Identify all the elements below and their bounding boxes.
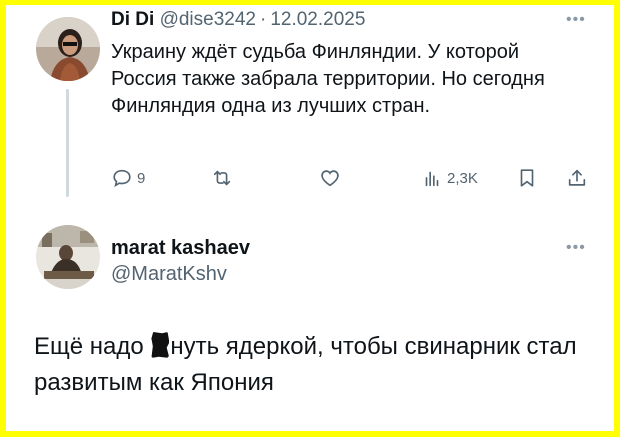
reply-button[interactable]: 9 xyxy=(111,167,145,189)
bookmark-icon xyxy=(520,169,534,187)
retweet-icon xyxy=(213,170,231,186)
heart-icon xyxy=(321,170,339,187)
retweet-button[interactable] xyxy=(211,167,237,189)
views-count: 2,3K xyxy=(447,169,478,187)
tweet1-separator: · xyxy=(259,9,267,30)
tweet1-text: Украину ждёт судьба Финляндии. У которой… xyxy=(111,41,545,117)
more-horizontal-icon[interactable]: ••• xyxy=(566,11,586,29)
share-icon xyxy=(568,169,586,186)
tweet2-author-name[interactable]: marat kashaev xyxy=(111,237,250,260)
analytics-icon xyxy=(425,171,439,187)
tweet1-actions: 9 2,3K xyxy=(111,165,591,195)
thread-line xyxy=(66,89,69,197)
reply-icon xyxy=(113,169,131,188)
avatar-di-di[interactable] xyxy=(36,17,100,81)
screenshot-frame: Di Di @dise3242 · 12.02.2025 ••• Украину ж… xyxy=(6,5,614,431)
reply-count: 9 xyxy=(137,169,146,187)
tweet2-handle[interactable]: @MaratKshv xyxy=(111,263,227,286)
share-button[interactable] xyxy=(566,167,588,189)
tweet2-text-part1: Ещё надо xyxy=(34,333,151,360)
bookmark-button[interactable] xyxy=(516,167,538,189)
tweet1-handle[interactable]: @dise3242 xyxy=(160,9,256,30)
tweet1-header: Di Di @dise3242 · 12.02.2025 xyxy=(111,9,365,31)
views-button[interactable]: 2,3K xyxy=(421,167,478,189)
tweet2-text: Ещё надо нуть ядеркой, чтобы свинарник с… xyxy=(34,329,594,401)
censor-scribble xyxy=(151,332,170,358)
like-button[interactable] xyxy=(319,167,345,189)
more-horizontal-icon[interactable]: ••• xyxy=(566,239,586,257)
tweet1-author-name[interactable]: Di Di xyxy=(111,9,154,30)
avatar-marat-kashaev[interactable] xyxy=(36,225,100,289)
tweet1-date[interactable]: 12.02.2025 xyxy=(270,9,365,30)
